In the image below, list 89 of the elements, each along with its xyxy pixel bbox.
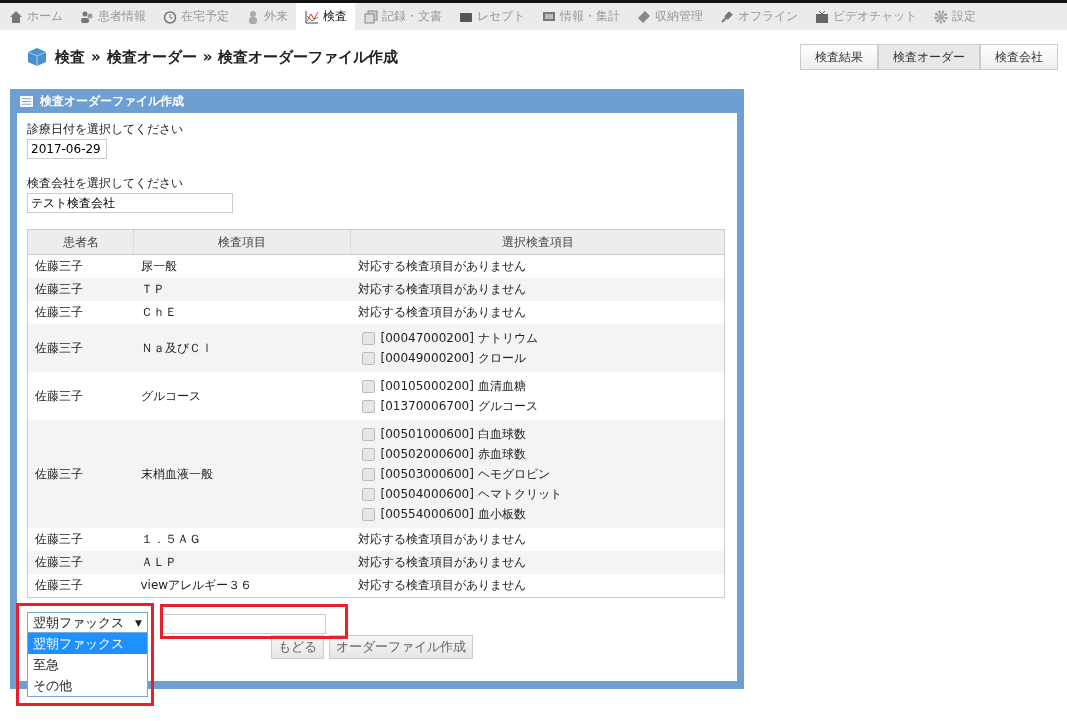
table-cell: 対応する検査項目がありません: [350, 254, 725, 278]
table-cell: 対応する検査項目がありません: [350, 278, 725, 301]
table-cell: グルコース: [133, 372, 351, 420]
table-cell: viewアレルギー３６: [133, 574, 351, 598]
option-label: [00554000600] 血小板数: [380, 505, 526, 523]
table-cell: 尿一般: [133, 254, 351, 278]
checkbox[interactable]: [361, 447, 375, 461]
dropdown-option[interactable]: 翌朝ファックス: [28, 633, 147, 654]
checkbox[interactable]: [361, 351, 375, 365]
plug-icon: [720, 9, 734, 24]
table-cell: 対応する検査項目がありません: [350, 551, 725, 574]
breadcrumb-separator: »: [91, 48, 101, 66]
back-button[interactable]: もどる: [271, 635, 324, 659]
table-cell: ＣｈＥ: [133, 301, 351, 324]
company-field[interactable]: テスト検査会社: [27, 193, 233, 213]
people-icon: [80, 9, 94, 24]
column-header: 選択検査項目: [350, 229, 725, 255]
table-cell: 佐藤三子: [27, 301, 134, 324]
nav-tab[interactable]: 記録・文書: [355, 3, 450, 30]
checkbox[interactable]: [361, 427, 375, 441]
breadcrumb-item: 検査オーダーファイル作成: [218, 47, 399, 67]
docs-icon: [364, 9, 378, 24]
nav-tab[interactable]: 情報・集計: [533, 3, 628, 30]
option-label: [00504000600] ヘマトクリット: [380, 485, 562, 503]
checkbox[interactable]: [361, 487, 375, 501]
person-icon: [246, 9, 260, 24]
nav-tab[interactable]: 収納管理: [628, 3, 711, 30]
nav-tab[interactable]: 設定: [925, 3, 984, 30]
date-label: 診療日付を選択してください: [27, 121, 184, 138]
table-cell: 佐藤三子: [27, 372, 134, 420]
nav-tab[interactable]: 在宅予定: [154, 3, 237, 30]
option-label: [01370006700] グルコース: [380, 397, 538, 415]
company-label: 検査会社を選択してください: [27, 175, 184, 192]
nav-tab[interactable]: 外来: [237, 3, 296, 30]
dropdown-option[interactable]: 至急: [28, 654, 147, 675]
breadcrumb-separator: »: [202, 48, 213, 66]
checkbox[interactable]: [361, 467, 375, 481]
caret-icon: ▼: [135, 617, 142, 628]
option-label: [00501000600] 白血球数: [380, 425, 526, 443]
nav-tab[interactable]: 検査: [296, 3, 355, 30]
option-label: [00503000600] ヘモグロビン: [380, 465, 550, 483]
option-label: [00105000200] 血清血糖: [380, 377, 526, 395]
nav-tab[interactable]: 患者情報: [71, 3, 154, 30]
checkbox[interactable]: [361, 399, 375, 413]
table-cell: 佐藤三子: [27, 324, 134, 372]
view-tab[interactable]: 検査オーダー: [878, 44, 980, 70]
nav-tab[interactable]: ホーム: [0, 3, 71, 30]
breadcrumb-item: 検査: [55, 47, 85, 67]
create-button[interactable]: オーダーファイル作成: [329, 635, 473, 659]
text-field[interactable]: [162, 614, 326, 634]
column-header: 検査項目: [133, 229, 351, 255]
list-icon: [20, 95, 33, 107]
nav-tab[interactable]: オフライン: [711, 3, 806, 30]
date-field[interactable]: 2017-06-29: [27, 139, 107, 159]
table-cell: 佐藤三子: [27, 574, 134, 598]
option-label: [00049000200] クロール: [380, 349, 526, 367]
table-cell: 佐藤三子: [27, 551, 134, 574]
table-cell: 対応する検査項目がありません: [350, 301, 725, 324]
monitor-icon: [542, 9, 556, 24]
chart-icon: [305, 9, 319, 24]
panel-title: 検査オーダーファイル作成: [40, 92, 184, 110]
checkbox[interactable]: [361, 379, 375, 393]
table-cell: 佐藤三子: [27, 254, 134, 278]
option-label: [00502000600] 赤血球数: [380, 445, 526, 463]
tv-icon: [815, 9, 829, 24]
option-label: [00047000200] ナトリウム: [380, 329, 538, 347]
checkbox[interactable]: [361, 331, 375, 345]
column-header: 患者名: [27, 229, 134, 255]
view-tab[interactable]: 検査会社: [980, 44, 1058, 70]
table-cell: 佐藤三子: [27, 528, 134, 551]
cube-icon: [27, 47, 47, 67]
table-cell: 佐藤三子: [27, 420, 134, 528]
table-cell: Ｎａ及びＣｌ: [133, 324, 351, 372]
table-cell: 対応する検査項目がありません: [350, 574, 725, 598]
nav-tab[interactable]: レセプト: [450, 3, 533, 30]
table-cell: １．５ＡＧ: [133, 528, 351, 551]
checkbox[interactable]: [361, 507, 375, 521]
table-cell: 佐藤三子: [27, 278, 134, 301]
dropdown-option[interactable]: その他: [28, 675, 147, 696]
home-icon: [9, 9, 23, 24]
nav-tab[interactable]: ビデオチャット: [806, 3, 925, 30]
view-tab[interactable]: 検査結果: [800, 44, 878, 70]
table-cell: ＡＬＰ: [133, 551, 351, 574]
breadcrumb-item: 検査オーダー: [106, 47, 197, 67]
clock-icon: [163, 9, 177, 24]
table-cell: 末梢血液一般: [133, 420, 351, 528]
gear-icon: [934, 9, 948, 24]
table-cell: 対応する検査項目がありません: [350, 528, 725, 551]
table-cell: ＴＰ: [133, 278, 351, 301]
